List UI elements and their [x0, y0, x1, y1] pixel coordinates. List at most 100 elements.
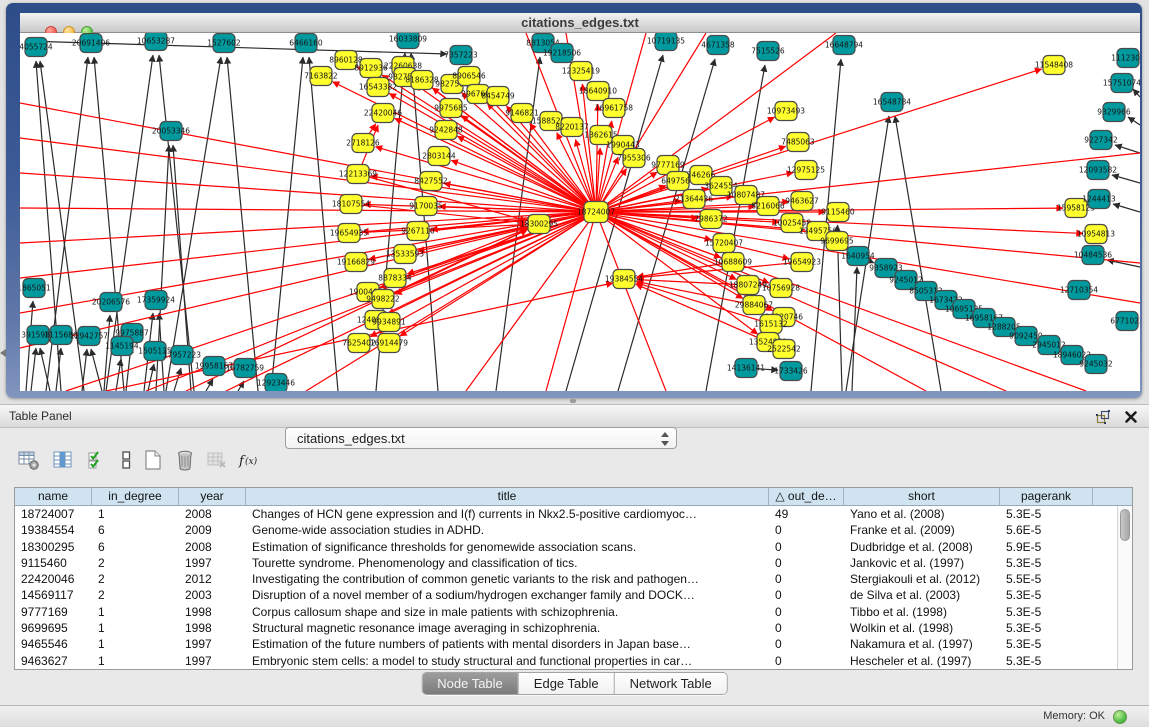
table-cell-pagerank[interactable]: 5.3E-5	[1000, 587, 1093, 603]
graph-node[interactable]: 12093582	[1079, 161, 1117, 180]
table-row[interactable]: 946362711997Embryonic stem cells: a mode…	[15, 653, 1132, 669]
graph-node[interactable]: 7485063	[781, 133, 815, 152]
table-cell-year[interactable]: 2009	[179, 522, 246, 538]
graph-node[interactable]: 12923446	[257, 374, 295, 392]
graph-node[interactable]: 19654923	[783, 253, 821, 272]
table-cell-year[interactable]: 2008	[179, 539, 246, 555]
graph-node[interactable]: 16914479	[370, 334, 408, 353]
column-header-short[interactable]: short	[844, 488, 1000, 505]
table-cell-title[interactable]: Estimation of significance thresholds fo…	[246, 539, 769, 555]
function-builder-fx-button[interactable]: f(x)	[238, 448, 264, 474]
graph-node[interactable]: 16961758	[595, 99, 633, 118]
table-cell-title[interactable]: Embryonic stem cells: a model to study s…	[246, 653, 769, 669]
table-cell-in_degree[interactable]: 2	[92, 571, 179, 587]
graph-node[interactable]: 7163822	[304, 67, 338, 86]
table-cell-in_degree[interactable]: 2	[92, 587, 179, 603]
citation-network-graph[interactable]: 1872400718300295193845547163822896012889…	[20, 33, 1140, 391]
graph-node[interactable]: 9227342	[1084, 131, 1118, 150]
table-cell-short[interactable]: Yano et al. (2008)	[844, 506, 1000, 522]
table-cell-short[interactable]: Nakamura et al. (1997)	[844, 636, 1000, 652]
graph-node[interactable]: 8878334	[378, 269, 412, 288]
table-cell-out_degree[interactable]: 0	[769, 636, 844, 652]
tab-edge-table[interactable]: Edge Table	[518, 673, 614, 694]
table-cell-short[interactable]: Stergiakouli et al. (2012)	[844, 571, 1000, 587]
table-row[interactable]: 1830029562008Estimation of significance …	[15, 539, 1132, 555]
table-cell-year[interactable]: 2008	[179, 506, 246, 522]
table-cell-out_degree[interactable]: 0	[769, 555, 844, 571]
table-cell-out_degree[interactable]: 0	[769, 571, 844, 587]
table-cell-title[interactable]: Estimation of the future numbers of pati…	[246, 636, 769, 652]
column-header-name[interactable]: name	[15, 488, 92, 505]
graph-node[interactable]: 17359924	[137, 291, 175, 310]
table-cell-in_degree[interactable]: 1	[92, 636, 179, 652]
table-cell-short[interactable]: Tibbo et al. (1998)	[844, 604, 1000, 620]
graph-node[interactable]: 1733426	[774, 362, 808, 381]
table-cell-pagerank[interactable]: 5.3E-5	[1000, 555, 1093, 571]
table-cell-in_degree[interactable]: 1	[92, 620, 179, 636]
table-cell-in_degree[interactable]: 1	[92, 604, 179, 620]
graph-node[interactable]: 12710354	[1060, 281, 1098, 300]
table-row[interactable]: 946554611997Estimation of the future num…	[15, 636, 1132, 652]
graph-node[interactable]: 15720407	[705, 234, 743, 253]
scrollbar-thumb[interactable]	[1120, 509, 1130, 541]
table-cell-pagerank[interactable]: 5.3E-5	[1000, 604, 1093, 620]
float-panel-icon[interactable]	[1095, 409, 1111, 425]
table-row[interactable]: 1872400712008Changes of HCN gene express…	[15, 506, 1132, 522]
graph-node[interactable]: 10719135	[647, 33, 685, 51]
close-panel-icon[interactable]	[1123, 409, 1139, 425]
table-cell-name[interactable]: 18724007	[15, 506, 92, 522]
graph-node[interactable]: 9329966	[1097, 103, 1131, 122]
graph-node[interactable]: 19384554	[605, 270, 643, 289]
graph-node[interactable]: 10688609	[714, 253, 752, 272]
table-row[interactable]: 2242004622012Investigating the contribut…	[15, 571, 1132, 587]
graph-node[interactable]: 2718126	[346, 134, 380, 153]
table-cell-name[interactable]: 22420046	[15, 571, 92, 587]
table-cell-name[interactable]: 19384554	[15, 522, 92, 538]
table-row[interactable]: 1456911722003Disruption of a novel membe…	[15, 587, 1132, 603]
table-cell-out_degree[interactable]: 0	[769, 653, 844, 669]
table-cell-title[interactable]: Investigating the contribution of common…	[246, 571, 769, 587]
graph-node[interactable]: 16548784	[873, 93, 911, 112]
graph-node[interactable]: 20206576	[92, 293, 130, 312]
table-cell-pagerank[interactable]: 5.3E-5	[1000, 620, 1093, 636]
graph-node[interactable]: 10756928	[762, 279, 800, 298]
graph-node[interactable]: 20691406	[72, 34, 110, 53]
table-cell-title[interactable]: Tourette syndrome. Phenomenology and cla…	[246, 555, 769, 571]
table-cell-pagerank[interactable]: 5.6E-5	[1000, 522, 1093, 538]
graph-node[interactable]: 1112304	[1111, 49, 1140, 68]
graph-node[interactable]: 10484536	[1074, 246, 1112, 265]
column-header-title[interactable]: title	[246, 488, 769, 505]
graph-node[interactable]: 12325419	[562, 62, 600, 81]
table-cell-year[interactable]: 1998	[179, 604, 246, 620]
table-cell-pagerank[interactable]: 5.5E-5	[1000, 571, 1093, 587]
table-cell-year[interactable]: 1997	[179, 555, 246, 571]
table-selector-dropdown[interactable]: citations_edges.txt	[285, 427, 677, 449]
table-cell-name[interactable]: 9699695	[15, 620, 92, 636]
graph-node[interactable]: 14136141	[727, 359, 765, 378]
table-cell-short[interactable]: Hescheler et al. (1997)	[844, 653, 1000, 669]
panel-divider-grip[interactable]	[570, 399, 576, 403]
table-cell-year[interactable]: 1997	[179, 653, 246, 669]
graph-node[interactable]: 10954813	[1077, 225, 1115, 244]
graph-node[interactable]: 20053346	[152, 122, 190, 141]
select-columns-checklist-button[interactable]	[84, 448, 110, 474]
row-height-button[interactable]	[113, 448, 139, 474]
graph-node[interactable]: 1865051	[20, 279, 51, 298]
table-cell-year[interactable]: 1997	[179, 636, 246, 652]
table-row[interactable]: 977716911998Corpus callosum shape and si…	[15, 604, 1132, 620]
table-cell-short[interactable]: Jankovic et al. (1997)	[844, 555, 1000, 571]
graph-node[interactable]: 19166829	[337, 253, 375, 272]
table-cell-out_degree[interactable]: 0	[769, 539, 844, 555]
table-cell-short[interactable]: Franke et al. (2009)	[844, 522, 1000, 538]
table-cell-in_degree[interactable]: 6	[92, 522, 179, 538]
table-cell-title[interactable]: Disruption of a novel member of a sodium…	[246, 587, 769, 603]
table-row[interactable]: 1938455462009Genome-wide association stu…	[15, 522, 1132, 538]
tab-node-table[interactable]: Node Table	[422, 673, 518, 694]
table-cell-year[interactable]: 2012	[179, 571, 246, 587]
table-cell-in_degree[interactable]: 2	[92, 555, 179, 571]
table-cell-out_degree[interactable]: 0	[769, 587, 844, 603]
table-cell-in_degree[interactable]: 1	[92, 653, 179, 669]
graph-node[interactable]: 15751074	[1103, 74, 1140, 93]
table-mode-settings-button[interactable]	[16, 448, 42, 474]
table-cell-out_degree[interactable]: 0	[769, 522, 844, 538]
